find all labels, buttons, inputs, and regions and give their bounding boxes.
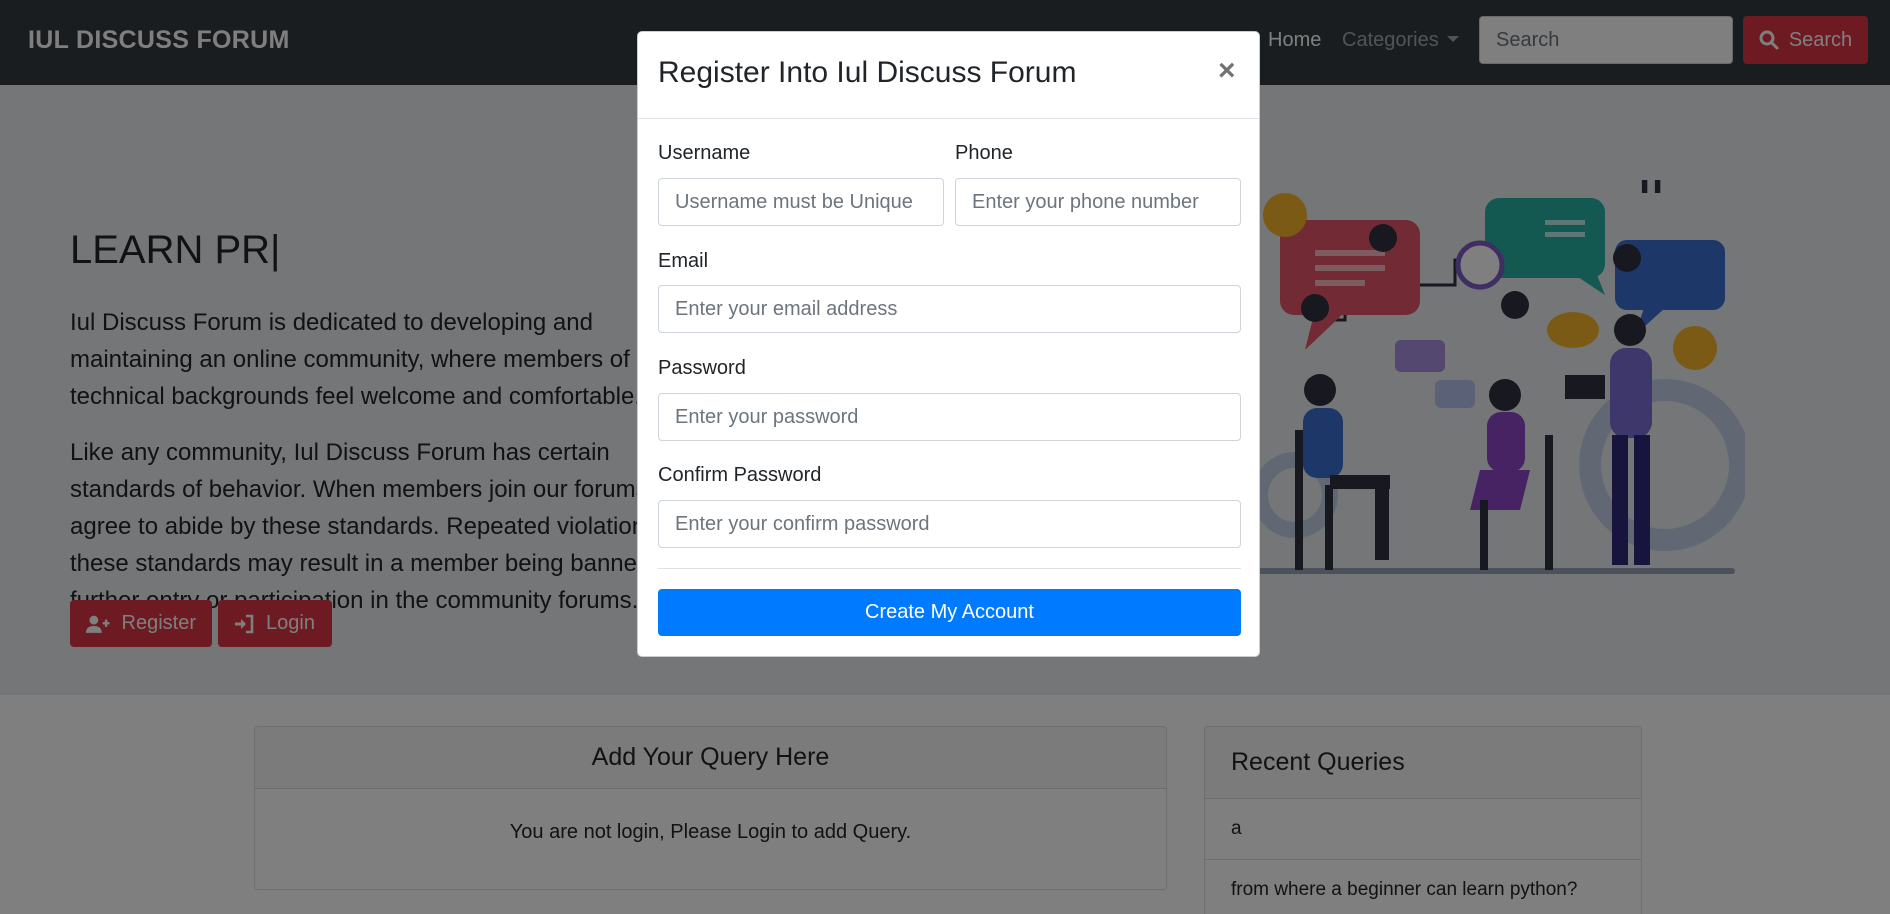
close-icon[interactable]: × [1218,54,1236,88]
confirm-password-field[interactable] [658,500,1241,548]
password-label: Password [658,357,746,379]
register-modal: Register Into Iul Discuss Forum × Userna… [637,31,1260,657]
create-account-button[interactable]: Create My Account [658,589,1241,636]
confirm-password-label: Confirm Password [658,464,822,486]
email-field[interactable] [658,285,1241,333]
email-label: Email [658,250,709,272]
phone-field[interactable] [955,178,1241,226]
modal-title: Register Into Iul Discuss Forum [658,56,1077,89]
username-field[interactable] [658,178,944,226]
modal-header: Register Into Iul Discuss Forum × [638,32,1259,119]
modal-divider [658,568,1241,569]
phone-label: Phone [955,142,1013,164]
username-label: Username [658,142,751,164]
password-field[interactable] [658,393,1241,441]
